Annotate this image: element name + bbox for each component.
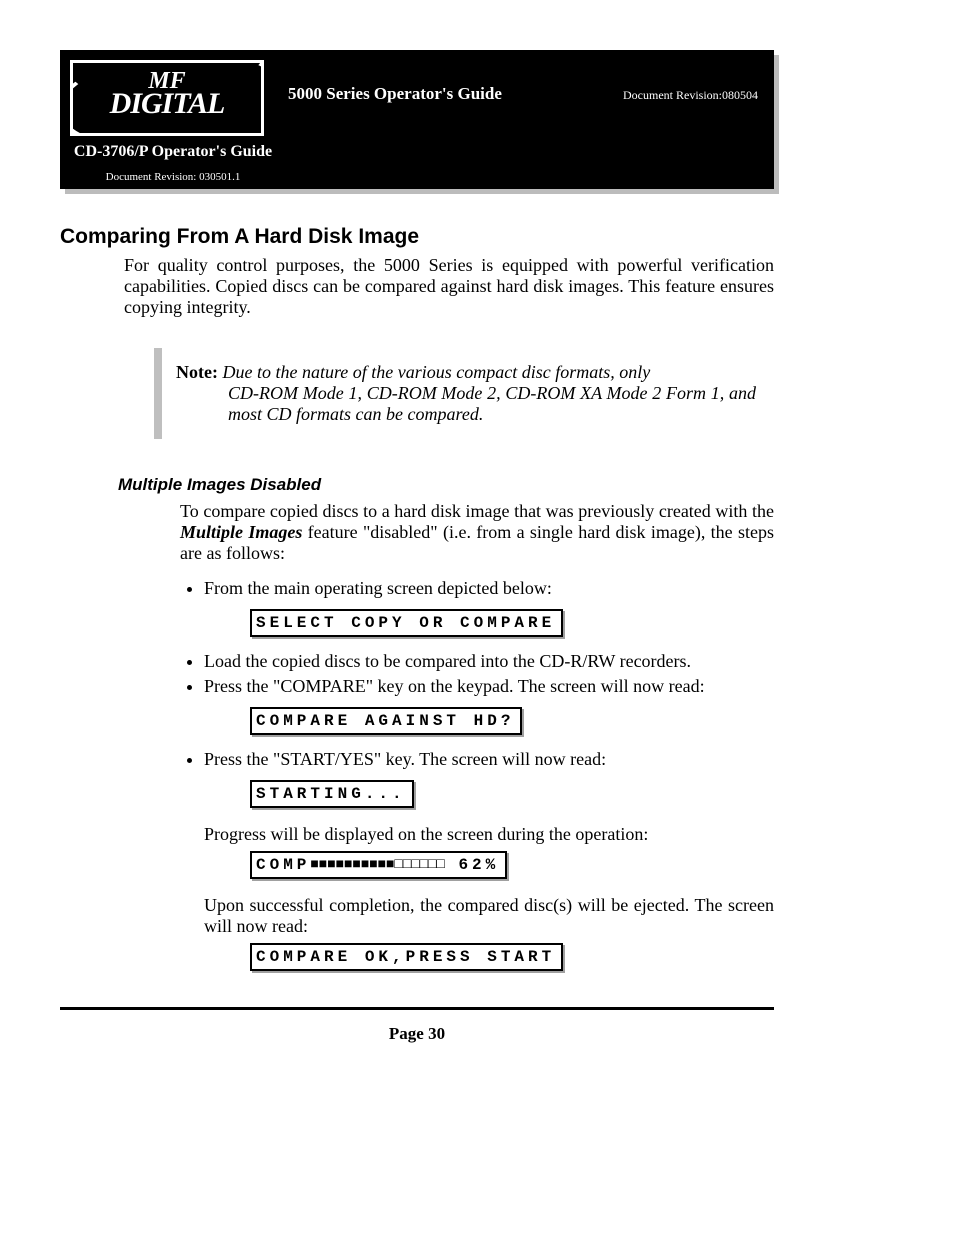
heading-2: Multiple Images Disabled [118, 475, 774, 495]
step-4: Press the "START/YES" key. The screen wi… [204, 749, 774, 770]
header-banner: MF DIGITAL 5000 Series Operator's Guide … [60, 50, 774, 189]
note-block: Note: Due to the nature of the various c… [154, 348, 774, 439]
logo: MF DIGITAL [70, 60, 264, 136]
lcd-starting: STARTING... [250, 780, 414, 808]
logo-line2: DIGITAL [73, 91, 261, 117]
page-number: Page 30 [60, 1024, 774, 1044]
step-1: From the main operating screen depicted … [204, 578, 774, 599]
banner-title: 5000 Series Operator's Guide [288, 60, 623, 104]
done-text: Upon successful completion, the compared… [204, 895, 774, 937]
lcd-compare-hd: COMPARE AGAINST HD? [250, 707, 522, 735]
banner-doc-rev: Document Revision:080504 [623, 60, 758, 103]
progress-text: Progress will be displayed on the screen… [204, 824, 774, 845]
note-bar [154, 348, 162, 439]
step-3: Press the "COMPARE" key on the keypad. T… [204, 676, 774, 697]
footer-rule [60, 1007, 774, 1010]
banner-subtitle: CD-3706/P Operator's Guide [70, 142, 276, 161]
step-2: Load the copied discs to be compared int… [204, 651, 774, 672]
banner-sub-rev: Document Revision: 030501.1 [70, 171, 276, 183]
intro-paragraph: For quality control purposes, the 5000 S… [124, 255, 774, 318]
heading-1: Comparing From A Hard Disk Image [60, 225, 774, 249]
steps-list: From the main operating screen depicted … [180, 578, 774, 599]
note-text: Note: Due to the nature of the various c… [176, 348, 774, 439]
note-label: Note: [176, 362, 218, 382]
note-line2: CD-ROM Mode 1, CD-ROM Mode 2, CD-ROM XA … [176, 383, 756, 425]
note-line1: Due to the nature of the various compact… [222, 362, 650, 382]
para-multiple-images: To compare copied discs to a hard disk i… [180, 501, 774, 564]
lcd-select: SELECT COPY OR COMPARE [250, 609, 563, 637]
lcd-progress: COMP■■■■■■■■■■□□□□□□ 62% [250, 851, 507, 879]
lcd-compare-ok: COMPARE OK,PRESS START [250, 943, 563, 971]
